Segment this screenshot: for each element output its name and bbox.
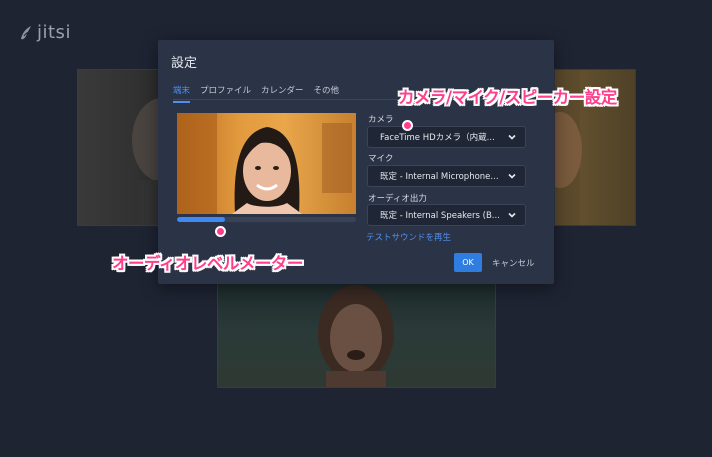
tab-more[interactable]: その他 <box>314 84 340 103</box>
settings-dialog: 設定 端末 プロファイル カレンダー その他 カメラ FaceTime HDカメ… <box>158 40 554 284</box>
settings-tabs: 端末 プロファイル カレンダー その他 <box>173 84 339 103</box>
audio-output-select[interactable]: 既定 - Internal Speakers (B... <box>367 204 526 226</box>
jitsi-logo-icon <box>21 25 31 39</box>
participant-tile-bottom[interactable] <box>217 282 496 388</box>
camera-label: カメラ <box>368 115 394 125</box>
audio-output-select-value: 既定 - Internal Speakers (B... <box>380 211 500 221</box>
jitsi-logo: jitsi <box>18 22 71 43</box>
chevron-down-icon <box>508 173 516 179</box>
audio-level-fill <box>177 217 226 222</box>
camera-select-value: FaceTime HDカメラ（内蔵... <box>380 133 495 143</box>
tab-profile[interactable]: プロファイル <box>200 84 251 103</box>
annotation-dot-meter <box>215 226 226 237</box>
annotation-device-settings: カメラ/マイク/スピーカー設定 <box>398 88 617 107</box>
annotation-audio-meter: オーディオレベルメーター <box>112 254 303 273</box>
cancel-button[interactable]: キャンセル <box>488 253 539 272</box>
dialog-title: 設定 <box>171 56 198 71</box>
tab-calendar[interactable]: カレンダー <box>261 84 304 103</box>
logo-text: jitsi <box>37 22 71 43</box>
participant-tile-left[interactable] <box>77 69 163 226</box>
microphone-select[interactable]: 既定 - Internal Microphone... <box>367 165 526 187</box>
test-sound-link[interactable]: テストサウンドを再生 <box>366 231 451 243</box>
tab-devices[interactable]: 端末 <box>173 84 191 103</box>
camera-select[interactable]: FaceTime HDカメラ（内蔵... <box>367 126 526 148</box>
annotation-dot-devices <box>402 120 413 131</box>
microphone-label: マイク <box>368 154 394 164</box>
chevron-down-icon <box>508 212 516 218</box>
ok-button[interactable]: OK <box>454 253 482 272</box>
chevron-down-icon <box>508 134 516 140</box>
audio-output-label: オーディオ出力 <box>368 194 427 204</box>
audio-level-meter <box>177 217 356 222</box>
microphone-select-value: 既定 - Internal Microphone... <box>380 172 499 182</box>
camera-preview <box>177 113 356 214</box>
